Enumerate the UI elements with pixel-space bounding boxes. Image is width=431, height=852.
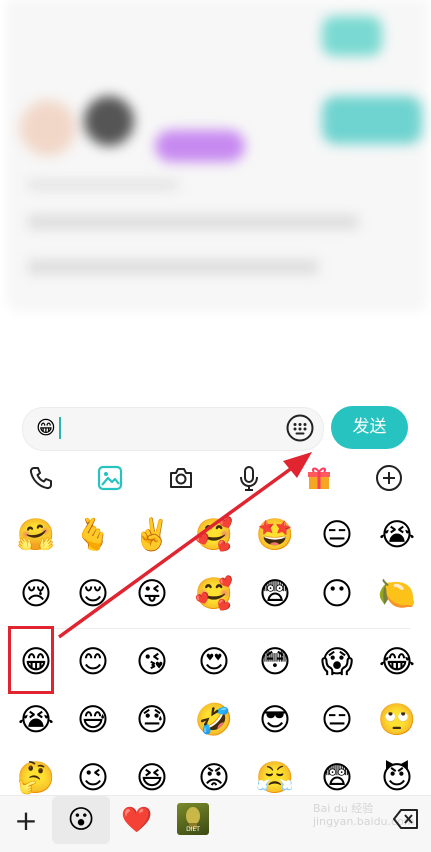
emoji-item[interactable]: 😭	[12, 696, 60, 744]
sticker-thumbnail[interactable]: DIET	[177, 803, 209, 835]
emoji-item[interactable]: 😑	[313, 696, 361, 744]
emoji-item[interactable]: 🤣	[190, 696, 238, 744]
section-divider	[20, 628, 410, 629]
phone-icon[interactable]	[25, 462, 57, 494]
emoji-item[interactable]: 😜	[128, 570, 176, 618]
smiley-icon: 😮	[67, 805, 95, 835]
emoji-item[interactable]: 😍	[190, 638, 238, 686]
emoji-item[interactable]: 🤩	[251, 511, 299, 559]
emoji-item[interactable]: 😱	[313, 638, 361, 686]
text-cursor	[59, 417, 61, 439]
emoji-item[interactable]: 😭	[373, 511, 421, 559]
blurred-avatar	[84, 96, 134, 146]
emoji-item[interactable]: 😘	[128, 638, 176, 686]
emoji-item[interactable]: 😂	[373, 638, 421, 686]
blurred-text-line	[28, 260, 318, 274]
blurred-button	[322, 16, 382, 56]
emoji-item[interactable]: 🍋	[373, 570, 421, 618]
emoji-tab[interactable]: 😮	[52, 796, 110, 844]
camera-icon[interactable]	[165, 462, 197, 494]
gift-icon[interactable]	[303, 462, 335, 494]
plus-icon: +	[14, 803, 38, 837]
emoji-item[interactable]: 🥰	[190, 511, 238, 559]
voice-icon[interactable]	[233, 462, 265, 494]
emoji-item[interactable]: 😓	[128, 696, 176, 744]
backspace-icon[interactable]	[393, 808, 419, 830]
blurred-tag	[155, 130, 245, 162]
emoji-item[interactable]: 😊	[69, 638, 117, 686]
emoji-item[interactable]: 😨	[251, 570, 299, 618]
emoji-item[interactable]: 😳	[251, 638, 299, 686]
emoji-item[interactable]: 😅	[69, 696, 117, 744]
favorites-tab[interactable]: ❤️	[114, 796, 160, 844]
emoji-item[interactable]: ✌️	[128, 511, 176, 559]
emoji-item[interactable]: 🥰	[190, 570, 238, 618]
emoji-item[interactable]: 😶	[313, 570, 361, 618]
selected-emoji-highlight	[8, 626, 54, 694]
blurred-button	[322, 96, 422, 144]
message-input[interactable]	[22, 407, 324, 451]
sticker-label: DIET	[186, 826, 200, 833]
input-emoji: 😁	[36, 417, 56, 439]
add-circle-icon[interactable]	[373, 462, 405, 494]
blurred-text-line	[28, 215, 358, 229]
heart-icon: ❤️	[121, 805, 153, 834]
image-icon[interactable]	[94, 462, 126, 494]
add-sticker-tab[interactable]: +	[6, 796, 46, 844]
send-button[interactable]: 发送	[331, 406, 408, 449]
emoji-item[interactable]: 🫰	[69, 511, 117, 559]
keyboard-icon[interactable]	[286, 414, 314, 442]
blurred-text-line	[28, 180, 178, 190]
emoji-item[interactable]: 😎	[251, 696, 299, 744]
emoji-item[interactable]: 😢	[12, 570, 60, 618]
emoji-item[interactable]: 🙄	[373, 696, 421, 744]
emoji-item[interactable]: 😑	[313, 511, 361, 559]
blurred-avatar	[20, 100, 76, 156]
emoji-item[interactable]: 🤗	[12, 511, 60, 559]
emoji-item[interactable]: 😌	[69, 570, 117, 618]
